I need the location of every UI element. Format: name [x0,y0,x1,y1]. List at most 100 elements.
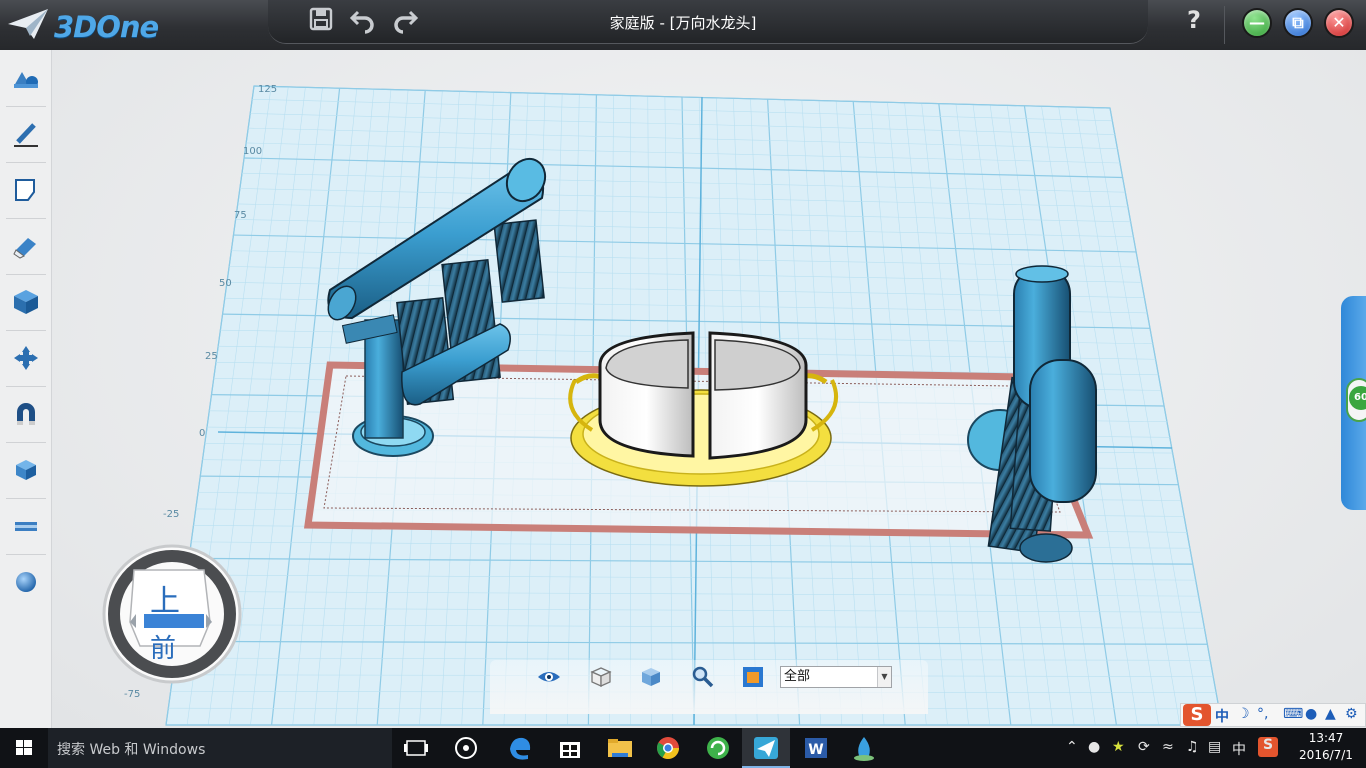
zoom-button[interactable] [690,664,716,690]
basic-edit-button[interactable] [8,340,44,376]
chevron-down-icon[interactable]: ▼ [877,667,891,687]
word-icon: W [805,738,827,758]
punctuation-icon[interactable]: °, [1257,706,1268,722]
eraser-icon [13,238,36,259]
grid-label: 100 [243,146,262,157]
side-panel-badge: 60 [1349,386,1366,410]
wireframe-button[interactable] [588,664,614,690]
restore-icon: ⧉ [1292,13,1304,32]
color-button[interactable] [8,452,44,488]
view-cube[interactable]: 上 前 [100,542,244,686]
taskbar-app-refresh[interactable] [694,728,742,768]
grid-label: 50 [219,278,232,289]
sync-icon[interactable]: ⟳ [1138,739,1150,755]
scene-canvas[interactable]: 125 100 75 50 25 0 -25 -75 [52,50,1366,728]
grid-label: 0 [199,428,205,439]
basic-solids-button[interactable] [8,60,44,96]
3done-icon [754,737,778,759]
wireframe-cube-icon [590,667,612,688]
help-button[interactable]: ? [1180,6,1208,36]
taskbar-app-edge[interactable] [496,728,544,768]
pencil-icon [14,123,38,147]
toolbar-divider [6,442,46,443]
combine-button[interactable] [8,396,44,432]
toolbar-divider [6,330,46,331]
chevron-up-icon[interactable]: ⌃ [1066,739,1078,755]
view-cube-top-label[interactable]: 上 [150,576,180,620]
grid-label: 75 [234,210,247,221]
grid-label: -25 [163,509,179,520]
toolbar-divider [6,554,46,555]
volume-icon[interactable]: ♫ [1186,739,1199,755]
grid-label: -75 [124,689,140,700]
material-button[interactable] [8,564,44,600]
feature-modeling-button[interactable] [8,228,44,264]
left-toolbar [0,50,52,728]
ruler-icon [15,522,37,531]
sketch-edit-icon [15,179,35,201]
start-button[interactable] [0,728,48,768]
toolbar-divider [6,386,46,387]
wifi-icon[interactable]: ≈ [1162,739,1174,755]
toolbar-divider [6,218,46,219]
sphere-icon [16,572,36,592]
taskbar-search[interactable]: 搜索 Web 和 Windows [48,728,392,768]
sogou-tray-icon[interactable]: S [1258,737,1278,757]
pinwheel-icon [455,737,477,759]
task-view-icon [404,740,428,756]
side-panel-knob[interactable]: 60 [1346,378,1366,422]
view-cube-front-label[interactable]: 前 [150,628,176,665]
svg-text:W: W [808,742,823,758]
moon-icon[interactable]: ☽ [1237,706,1250,722]
3d-viewport[interactable]: 125 100 75 50 25 0 -25 -75 上 前 [52,50,1366,728]
render-icon [743,667,763,687]
user-icon[interactable]: ● [1305,706,1317,722]
special-features-button[interactable] [8,284,44,320]
sogou-logo[interactable]: S [1183,704,1211,726]
window-title: 家庭版 - [万向水龙头] [609,14,757,32]
qq-icon[interactable]: ● [1088,739,1100,755]
keyboard-icon[interactable]: ⌨ [1283,706,1303,722]
task-view-button[interactable] [392,728,440,768]
taskbar-app-pinwheel[interactable] [442,728,490,768]
taskbar-app-3done[interactable] [742,728,790,768]
plus-tray-icon[interactable]: ★ [1112,739,1125,755]
title-divider [1224,6,1225,44]
display-button[interactable] [536,664,562,690]
notification-icon[interactable]: ▤ [1208,739,1221,755]
wrench-icon[interactable]: ⚙ [1345,706,1358,722]
refresh-app-icon [707,737,729,759]
sketch-edit-button[interactable] [8,172,44,208]
solids-icon [14,72,38,88]
close-button[interactable]: ✕ [1324,8,1354,38]
slicer-icon [854,737,874,761]
restore-button[interactable]: ⧉ [1283,8,1313,38]
measure-button[interactable] [8,508,44,544]
taskbar-app-chrome[interactable] [644,728,692,768]
shaded-cube-icon [642,668,660,686]
minimize-button[interactable]: — [1242,8,1272,38]
store-icon [560,742,580,758]
taskbar-app-word[interactable]: W [792,728,840,768]
toolbar-divider [6,274,46,275]
eye-icon [538,672,560,682]
sketch-draw-button[interactable] [8,116,44,152]
magnet-icon [17,403,35,425]
taskbar-app-explorer[interactable] [596,728,644,768]
minimize-icon: — [1249,13,1265,32]
ime-mode[interactable]: 中 [1215,706,1229,726]
clock-time: 13:47 [1308,731,1344,745]
title-bar: 3DOne 家庭版 - [万向水龙头] ? — ⧉ ✕ [0,0,1366,50]
shirt-icon[interactable]: ▲ [1325,706,1336,722]
taskbar-app-slicer[interactable] [840,728,888,768]
grid-label: 25 [205,351,218,362]
input-language[interactable]: 中 [1232,739,1246,759]
ime-toolbar: S 中 ☽ °, ⌨ ● ▲ ⚙ [1180,703,1366,727]
explorer-icon [608,739,632,757]
shaded-button[interactable] [638,664,664,690]
taskbar: 搜索 Web 和 Windows W ⌃ ● ★ ⟳ ≈ ♫ ▤ 中 S 13:… [0,728,1366,768]
entity-filter-select[interactable]: 全部 ▼ [780,666,892,688]
clock[interactable]: 13:47 2016/7/1 [1290,730,1362,764]
render-button[interactable] [740,664,766,690]
taskbar-app-store[interactable] [546,728,594,768]
